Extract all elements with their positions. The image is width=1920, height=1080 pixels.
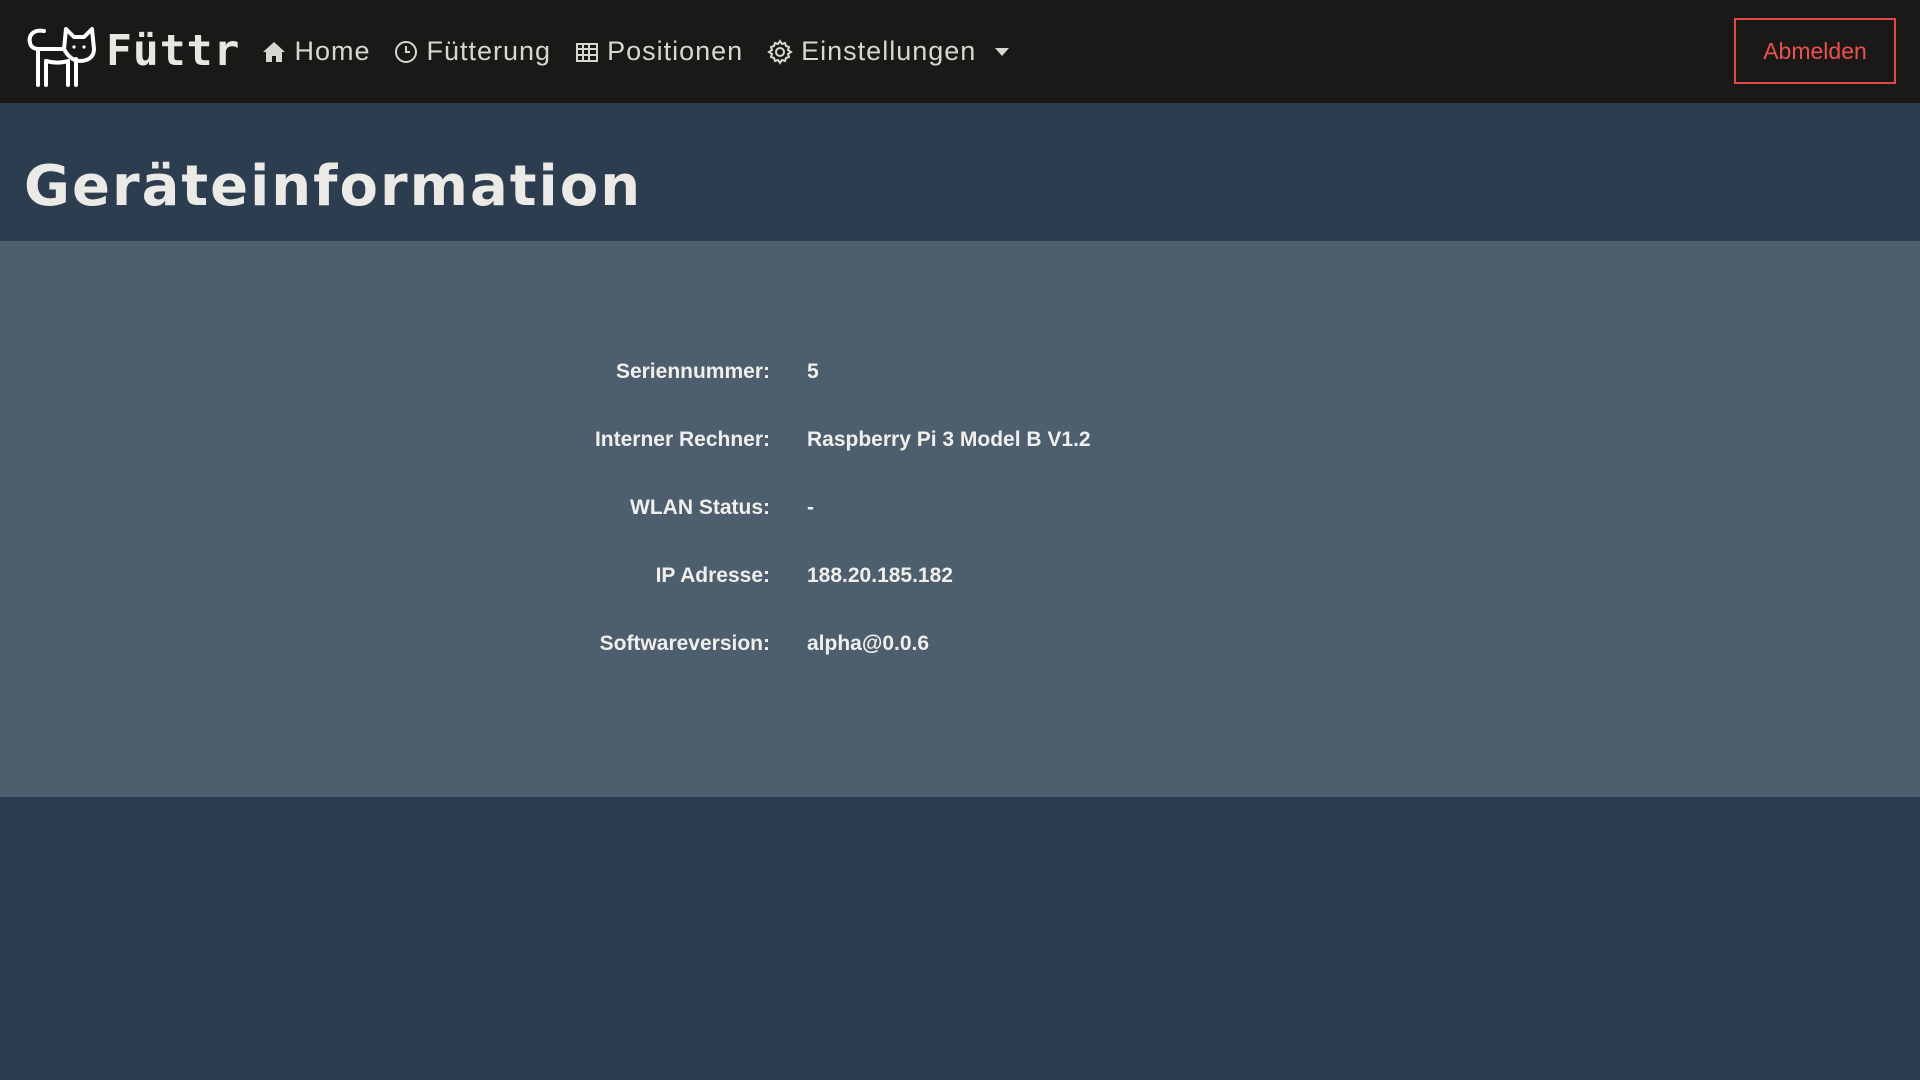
nav-item-home-label: Home [294, 36, 371, 66]
nav-item-feeding[interactable]: Fütterung [394, 22, 551, 82]
info-label: Interner Rechner: [594, 428, 770, 451]
logout-button[interactable]: Abmelden [1734, 18, 1896, 84]
nav-item-feeding-label: Fütterung [426, 36, 552, 66]
home-icon [263, 41, 286, 62]
nav-item-positions[interactable]: Positionen [575, 22, 743, 82]
page-header: Geräteinformation [0, 103, 1920, 241]
info-label: IP Adresse: [655, 564, 770, 587]
brand-link[interactable]: Füttr [24, 13, 240, 91]
info-row-serial: Seriennummer: 5 [0, 352, 1920, 392]
grid-icon [576, 42, 599, 62]
page-title: Geräteinformation [24, 154, 643, 219]
info-value: 188.20.185.182 [807, 564, 953, 587]
info-value: - [807, 496, 814, 519]
top-navbar: Füttr Home Fütterung Positionen Einstell… [0, 0, 1920, 103]
info-row-computer: Interner Rechner: Raspberry Pi 3 Model B… [0, 420, 1920, 460]
clock-icon [395, 40, 418, 63]
info-label: Softwareversion: [599, 632, 770, 655]
info-value: 5 [807, 360, 819, 383]
info-row-software: Softwareversion: alpha@0.0.6 [0, 624, 1920, 664]
caret-down-icon [995, 47, 1010, 56]
info-row-wlan: WLAN Status: - [0, 488, 1920, 528]
info-row-ip: IP Adresse: 188.20.185.182 [0, 556, 1920, 596]
info-label: WLAN Status: [630, 496, 770, 519]
cat-icon [27, 26, 96, 87]
nav-item-settings-label: Einstellungen [801, 36, 977, 66]
nav-item-positions-label: Positionen [607, 36, 744, 66]
device-info-panel: Seriennummer: 5 Interner Rechner: Raspbe… [0, 241, 1920, 797]
info-value: alpha@0.0.6 [807, 632, 930, 655]
nav-item-home[interactable]: Home [262, 22, 370, 82]
info-label: Seriennummer: [615, 360, 770, 383]
gear-icon [767, 38, 793, 65]
nav-item-settings[interactable]: Einstellungen [767, 22, 1010, 82]
brand-name: Füttr [106, 25, 241, 76]
info-value: Raspberry Pi 3 Model B V1.2 [807, 428, 1091, 451]
